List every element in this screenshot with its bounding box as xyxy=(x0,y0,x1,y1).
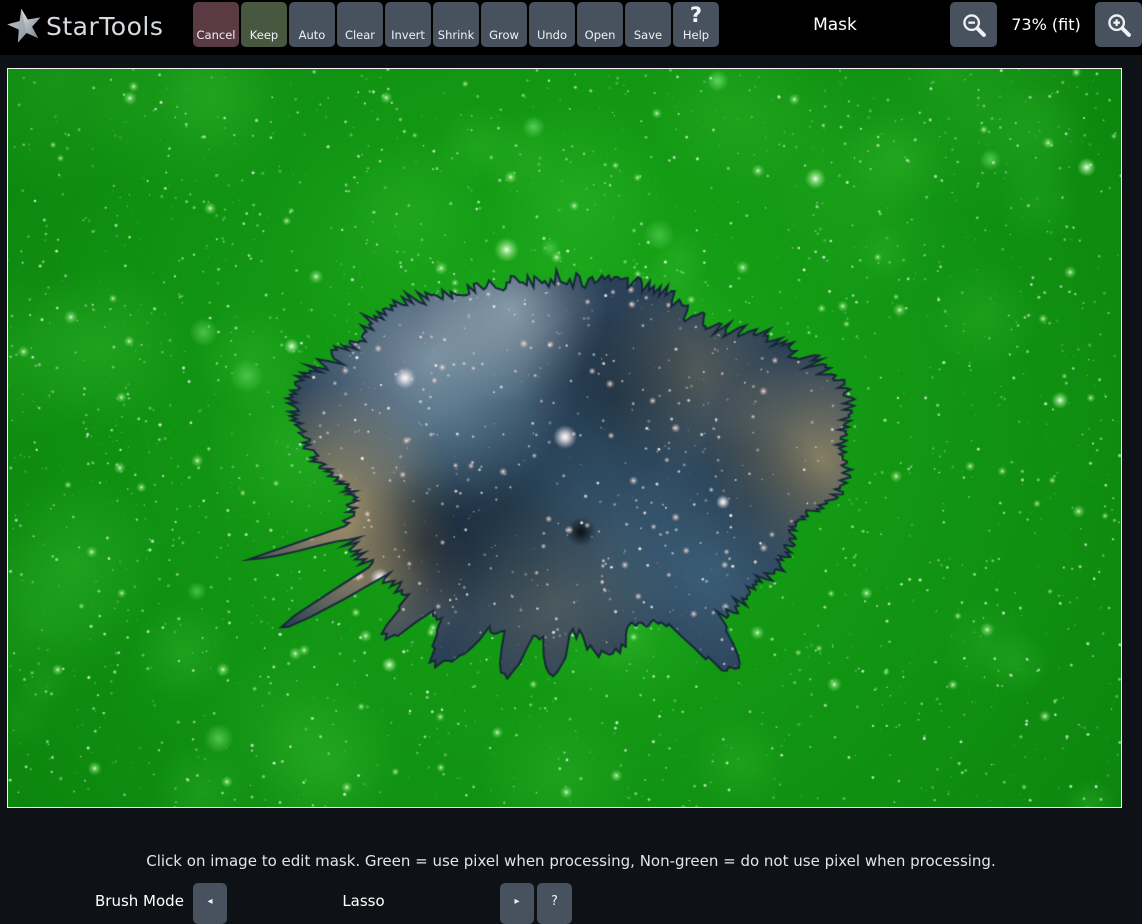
brush-mode-value: Lasso xyxy=(227,892,500,910)
keep-button[interactable]: Keep xyxy=(241,2,287,47)
grow-button[interactable]: Grow xyxy=(481,2,527,47)
top-toolbar: StarTools Cancel Keep Auto Clear Invert … xyxy=(0,0,1142,55)
auto-button[interactable]: Auto xyxy=(289,2,335,47)
keep-button-label: Keep xyxy=(250,28,278,42)
undo-button-label: Undo xyxy=(537,28,567,42)
help-button[interactable]: ? Help xyxy=(673,2,719,47)
app-logo: StarTools xyxy=(6,7,163,45)
zoom-level: 73% (fit) xyxy=(997,0,1095,50)
zoom-in-button[interactable] xyxy=(1095,2,1142,47)
toolbar-buttons: Cancel Keep Auto Clear Invert Shrink Gro… xyxy=(193,2,719,47)
open-button[interactable]: Open xyxy=(577,2,623,47)
question-mark-icon: ? xyxy=(551,884,558,919)
zoom-out-icon xyxy=(960,11,988,39)
app-title: StarTools xyxy=(46,12,163,41)
brush-mode-label: Brush Mode xyxy=(95,892,184,910)
image-viewport xyxy=(7,68,1122,808)
question-mark-icon: ? xyxy=(673,3,719,27)
cancel-button-label: Cancel xyxy=(197,28,236,42)
zoom-in-icon xyxy=(1105,11,1133,39)
shrink-button-label: Shrink xyxy=(438,28,474,42)
open-button-label: Open xyxy=(585,28,616,42)
save-button-label: Save xyxy=(634,28,662,42)
shrink-button[interactable]: Shrink xyxy=(433,2,479,47)
chevron-left-icon: ◂ xyxy=(207,884,212,919)
invert-button[interactable]: Invert xyxy=(385,2,431,47)
undo-button[interactable]: Undo xyxy=(529,2,575,47)
clear-button-label: Clear xyxy=(345,28,375,42)
mask-image-canvas[interactable] xyxy=(8,69,1121,807)
clear-button[interactable]: Clear xyxy=(337,2,383,47)
help-button-label: Help xyxy=(683,28,709,42)
invert-button-label: Invert xyxy=(391,28,425,42)
grow-button-label: Grow xyxy=(489,28,519,42)
mask-instruction: Click on image to edit mask. Green = use… xyxy=(0,852,1142,870)
startools-star-icon xyxy=(6,7,44,45)
save-button[interactable]: Save xyxy=(625,2,671,47)
auto-button-label: Auto xyxy=(299,28,326,42)
view-title: Mask xyxy=(760,0,910,50)
zoom-out-button[interactable] xyxy=(950,2,997,47)
cancel-button[interactable]: Cancel xyxy=(193,2,239,47)
chevron-right-icon: ▸ xyxy=(514,884,519,919)
